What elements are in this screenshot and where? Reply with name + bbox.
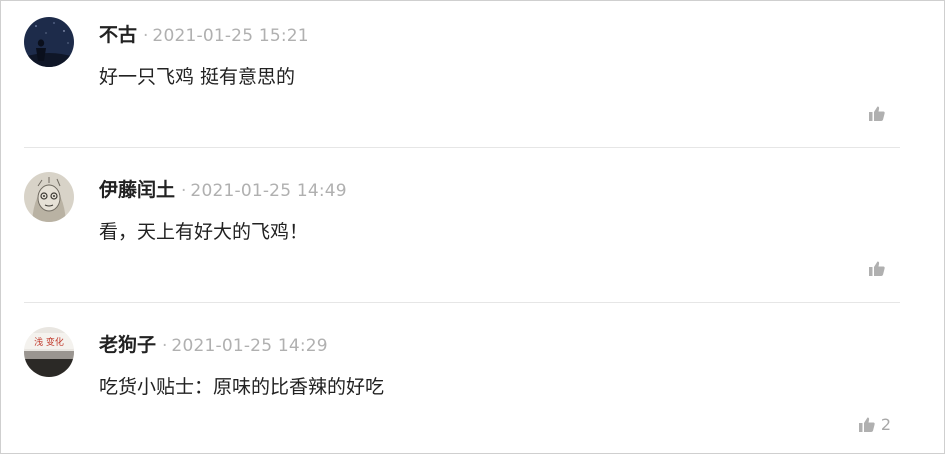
author-name[interactable]: 老狗子	[99, 334, 156, 356]
comment-text: 吃货小贴士：原味的比香辣的好吃	[99, 376, 385, 398]
comment-item: 不古 · 2021-01-25 15:21 好一只飞鸡 挺有意思的	[24, 17, 900, 132]
like-button[interactable]	[869, 106, 891, 121]
comment-header: 不古 · 2021-01-25 15:21	[99, 20, 309, 47]
comment-timestamp: 2021-01-25 14:49	[190, 181, 347, 201]
avatar-sign-text: 浅 变化	[34, 336, 64, 348]
author-name[interactable]: 伊藤闰土	[99, 179, 175, 201]
like-button[interactable]	[869, 261, 891, 276]
comment-header: 伊藤闰土 · 2021-01-25 14:49	[99, 175, 347, 202]
comment-header: 老狗子 · 2021-01-25 14:29	[99, 330, 328, 357]
thumbs-up-icon	[858, 417, 875, 432]
avatar[interactable]: 浅 变化	[24, 327, 74, 377]
thumbs-up-icon	[869, 261, 885, 276]
comment-divider	[24, 302, 900, 303]
comment-text: 看，天上有好大的飞鸡！	[99, 221, 309, 243]
like-count: 2	[880, 415, 891, 434]
meta-separator: ·	[162, 336, 168, 356]
comment-item: 浅 变化 老狗子 · 2021-01-25 14:29 吃货小贴士：原味的比香辣的好…	[24, 327, 900, 442]
comment-divider	[24, 147, 900, 148]
like-button[interactable]: 2	[858, 415, 891, 434]
comment-timestamp: 2021-01-25 14:29	[171, 336, 328, 356]
comment-item: 伊藤闰土 · 2021-01-25 14:49 看，天上有好大的飞鸡！	[24, 172, 900, 287]
comment-text: 好一只飞鸡 挺有意思的	[99, 66, 296, 88]
comment-timestamp: 2021-01-25 15:21	[152, 26, 309, 46]
avatar[interactable]	[24, 172, 74, 222]
avatar[interactable]	[24, 17, 74, 67]
author-name[interactable]: 不古	[99, 24, 137, 46]
meta-separator: ·	[143, 26, 149, 46]
meta-separator: ·	[181, 181, 187, 201]
thumbs-up-icon	[869, 106, 885, 121]
